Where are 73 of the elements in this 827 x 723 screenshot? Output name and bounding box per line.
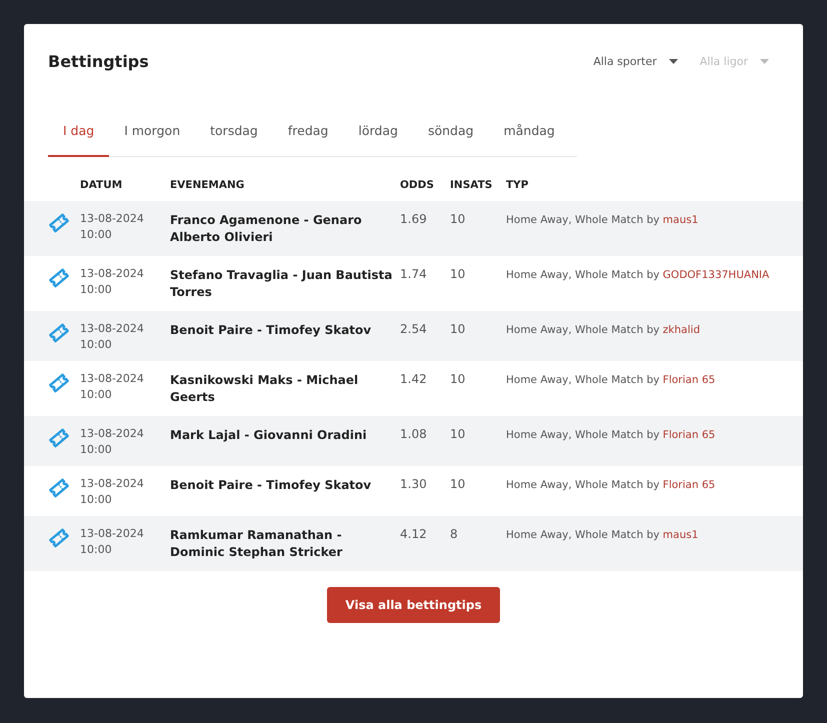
ticket-icon [48, 322, 70, 344]
ticket-icon [48, 372, 70, 394]
event-name: Ramkumar Ramanathan - Dominic Stephan Stricker [170, 527, 344, 561]
time-text: 10:00 [80, 493, 113, 506]
date-text: 13-08-2024 [80, 477, 145, 490]
column-header: EVENEMANG [170, 179, 246, 191]
event-name: Benoit Paire - Timofey Skatov [170, 477, 372, 494]
event-name: Mark Lajal - Giovanni Oradini [170, 427, 368, 444]
odds-value: 1.42 [400, 372, 428, 386]
day-tab[interactable]: I dag [48, 111, 110, 157]
stake-value: 10 [450, 212, 466, 226]
day-tab[interactable]: söndag [412, 111, 489, 157]
day-tab[interactable]: I morgon [109, 111, 196, 157]
author-link[interactable]: zkhalid [662, 324, 700, 336]
ticket-icon [48, 427, 70, 449]
author-link[interactable]: Florian 65 [662, 374, 716, 386]
tip-type-text: Home Away, Whole Match by [506, 429, 660, 441]
day-tab[interactable]: måndag [488, 111, 570, 157]
day-tab[interactable]: fredag [272, 111, 344, 157]
author-link[interactable]: GODOF1337HUANIA [662, 269, 770, 281]
ticket-icon [48, 212, 70, 234]
event-name: Kasnikowski Maks - Michael Geerts [170, 372, 360, 406]
time-text: 10:00 [80, 543, 113, 556]
time-text: 10:00 [80, 338, 113, 351]
odds-value: 4.12 [400, 527, 428, 541]
filter-dropdown[interactable]: Alla sporter [593, 55, 678, 68]
tip-type-text: Home Away, Whole Match by [506, 529, 660, 541]
time-text: 10:00 [80, 388, 113, 401]
date-text: 13-08-2024 [80, 267, 145, 280]
author-link[interactable]: maus1 [662, 529, 698, 541]
date-text: 13-08-2024 [80, 427, 145, 440]
time-text: 10:00 [80, 228, 113, 241]
stake-value: 10 [450, 427, 466, 441]
day-tab[interactable]: torsdag [195, 111, 273, 157]
stake-value: 10 [450, 267, 466, 281]
date-text: 13-08-2024 [80, 322, 145, 335]
stake-value: 8 [450, 527, 459, 541]
stake-value: 10 [450, 322, 466, 336]
column-header: DATUM [80, 179, 124, 191]
odds-value: 1.08 [400, 427, 428, 441]
odds-value: 1.74 [400, 267, 428, 281]
caret-icon [668, 59, 678, 64]
event-name: Benoit Paire - Timofey Skatov [170, 322, 372, 339]
ticket-icon [48, 267, 70, 289]
column-header: INSATS [450, 179, 494, 191]
tip-type-text: Home Away, Whole Match by [506, 479, 660, 491]
column-header: ODDS [400, 179, 435, 191]
ticket-icon [48, 527, 70, 549]
show-all-button[interactable]: Visa alla bettingtips [327, 587, 500, 623]
caret-icon [760, 59, 769, 64]
date-text: 13-08-2024 [80, 372, 145, 385]
date-text: 13-08-2024 [80, 212, 145, 225]
tip-type-text: Home Away, Whole Match by [506, 324, 660, 336]
odds-value: 2.54 [400, 322, 428, 336]
author-link[interactable]: maus1 [662, 214, 698, 226]
event-name: Stefano Travaglia - Juan Bautista Torres [170, 267, 394, 301]
tip-type-text: Home Away, Whole Match by [506, 269, 660, 281]
column-header: TYP [506, 179, 530, 191]
event-name: Franco Agamenone - Genaro Alberto Olivieri [170, 212, 363, 246]
card-title: Bettingtips [48, 52, 149, 71]
odds-value: 1.30 [400, 477, 428, 491]
ticket-icon [48, 477, 70, 499]
tip-type-text: Home Away, Whole Match by [506, 374, 660, 386]
odds-value: 1.69 [400, 212, 428, 226]
stake-value: 10 [450, 477, 466, 491]
author-link[interactable]: Florian 65 [662, 479, 716, 491]
day-tab[interactable]: lördag [343, 111, 413, 157]
time-text: 10:00 [80, 283, 113, 296]
date-text: 13-08-2024 [80, 527, 145, 540]
tip-type-text: Home Away, Whole Match by [506, 214, 660, 226]
time-text: 10:00 [80, 443, 113, 456]
author-link[interactable]: Florian 65 [662, 429, 716, 441]
stake-value: 10 [450, 372, 466, 386]
